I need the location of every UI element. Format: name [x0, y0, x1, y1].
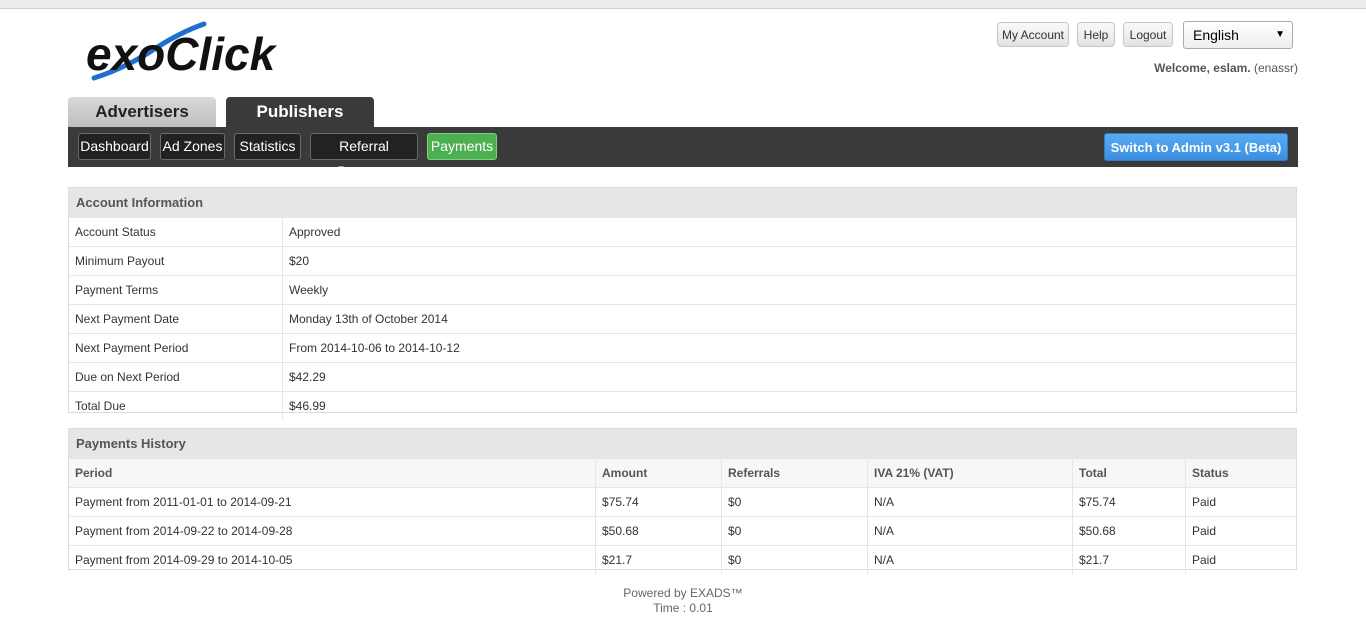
- account-label: Next Payment Date: [75, 312, 180, 326]
- account-row: Payment Terms Weekly: [69, 275, 1296, 304]
- table-row: Payment from 2011-01-01 to 2014-09-21 $7…: [69, 487, 1296, 516]
- account-label: Due on Next Period: [75, 370, 180, 384]
- tab-advertisers[interactable]: Advertisers: [68, 97, 216, 128]
- account-value: $20: [282, 247, 1296, 275]
- column-header-status: Status: [1185, 459, 1296, 487]
- column-header-vat: IVA 21% (VAT): [867, 459, 1072, 487]
- account-value: Monday 13th of October 2014: [282, 305, 1296, 333]
- period-cell: Payment from 2014-09-29 to 2014-10-05: [75, 553, 293, 567]
- vat-cell: N/A: [867, 488, 1072, 516]
- account-row: Minimum Payout $20: [69, 246, 1296, 275]
- welcome-text: Welcome, eslam. (enassr): [1154, 61, 1298, 75]
- column-header-referrals: Referrals: [721, 459, 867, 487]
- vat-cell: N/A: [867, 517, 1072, 545]
- help-button[interactable]: Help: [1077, 22, 1115, 47]
- referrals-cell: $0: [721, 517, 867, 545]
- footer-time: Time : 0.01: [653, 601, 713, 615]
- account-value: From 2014-10-06 to 2014-10-12: [282, 334, 1296, 362]
- account-row: Next Payment Period From 2014-10-06 to 2…: [69, 333, 1296, 362]
- nav-payments[interactable]: Payments: [427, 133, 497, 160]
- referrals-cell: $0: [721, 546, 867, 574]
- account-information-title: Account Information: [69, 188, 1296, 217]
- payments-history-panel: Payments History Period Amount Referrals…: [68, 428, 1297, 574]
- total-cell: $75.74: [1072, 488, 1185, 516]
- logout-button[interactable]: Logout: [1123, 22, 1173, 47]
- account-value: $46.99: [282, 392, 1296, 420]
- account-label: Next Payment Period: [75, 341, 189, 355]
- nav-referral-program[interactable]: Referral Program: [310, 133, 418, 179]
- account-value: Weekly: [282, 276, 1296, 304]
- vat-cell: N/A: [867, 546, 1072, 574]
- tab-publishers[interactable]: Publishers: [226, 97, 374, 128]
- total-cell: $21.7: [1072, 546, 1185, 574]
- language-value: English: [1193, 27, 1239, 43]
- amount-cell: $50.68: [595, 517, 721, 545]
- period-cell: Payment from 2011-01-01 to 2014-09-21: [75, 495, 292, 509]
- account-label: Total Due: [75, 399, 126, 413]
- account-row: Next Payment Date Monday 13th of October…: [69, 304, 1296, 333]
- table-header-row: Period Amount Referrals IVA 21% (VAT) To…: [69, 458, 1296, 487]
- browser-top-strip: [0, 0, 1366, 9]
- account-row: Due on Next Period $42.29: [69, 362, 1296, 391]
- column-header-total: Total: [1072, 459, 1185, 487]
- period-cell: Payment from 2014-09-22 to 2014-09-28: [75, 524, 293, 538]
- exoclick-logo[interactable]: exoClick: [86, 18, 286, 88]
- logo-text: exoClick: [86, 28, 278, 80]
- publisher-navbar: Dashboard Ad Zones Statistics Referral P…: [68, 127, 1298, 179]
- welcome-label: Welcome, eslam.: [1154, 61, 1251, 75]
- account-row: Account Status Approved: [69, 217, 1296, 246]
- status-cell: Paid: [1185, 546, 1296, 574]
- status-cell: Paid: [1185, 517, 1296, 545]
- column-header-amount: Amount: [595, 459, 721, 487]
- dropdown-arrow-icon: ▼: [1275, 29, 1285, 40]
- total-cell: $50.68: [1072, 517, 1185, 545]
- account-value: Approved: [282, 218, 1296, 246]
- footer-powered-by: Powered by EXADS™: [623, 586, 743, 600]
- payments-history-title: Payments History: [69, 429, 1296, 458]
- table-row: Payment from 2014-09-29 to 2014-10-05 $2…: [69, 545, 1296, 574]
- my-account-button[interactable]: My Account: [997, 22, 1069, 47]
- status-cell: Paid: [1185, 488, 1296, 516]
- column-header-period: Period: [75, 466, 113, 480]
- nav-dashboard[interactable]: Dashboard: [78, 133, 151, 160]
- nav-statistics[interactable]: Statistics: [234, 133, 301, 160]
- account-label: Payment Terms: [75, 283, 159, 297]
- table-row: Payment from 2014-09-22 to 2014-09-28 $5…: [69, 516, 1296, 545]
- switch-to-admin-button[interactable]: Switch to Admin v3.1 (Beta): [1104, 133, 1288, 161]
- account-row: Total Due $46.99: [69, 391, 1296, 420]
- referrals-cell: $0: [721, 488, 867, 516]
- account-label: Minimum Payout: [75, 254, 165, 268]
- account-information-panel: Account Information Account Status Appro…: [68, 187, 1297, 420]
- account-value: $42.29: [282, 363, 1296, 391]
- amount-cell: $75.74: [595, 488, 721, 516]
- account-label: Account Status: [75, 225, 156, 239]
- nav-ad-zones[interactable]: Ad Zones: [160, 133, 225, 160]
- language-select[interactable]: English ▼: [1183, 21, 1293, 49]
- welcome-username: (enassr): [1253, 61, 1298, 75]
- amount-cell: $21.7: [595, 546, 721, 574]
